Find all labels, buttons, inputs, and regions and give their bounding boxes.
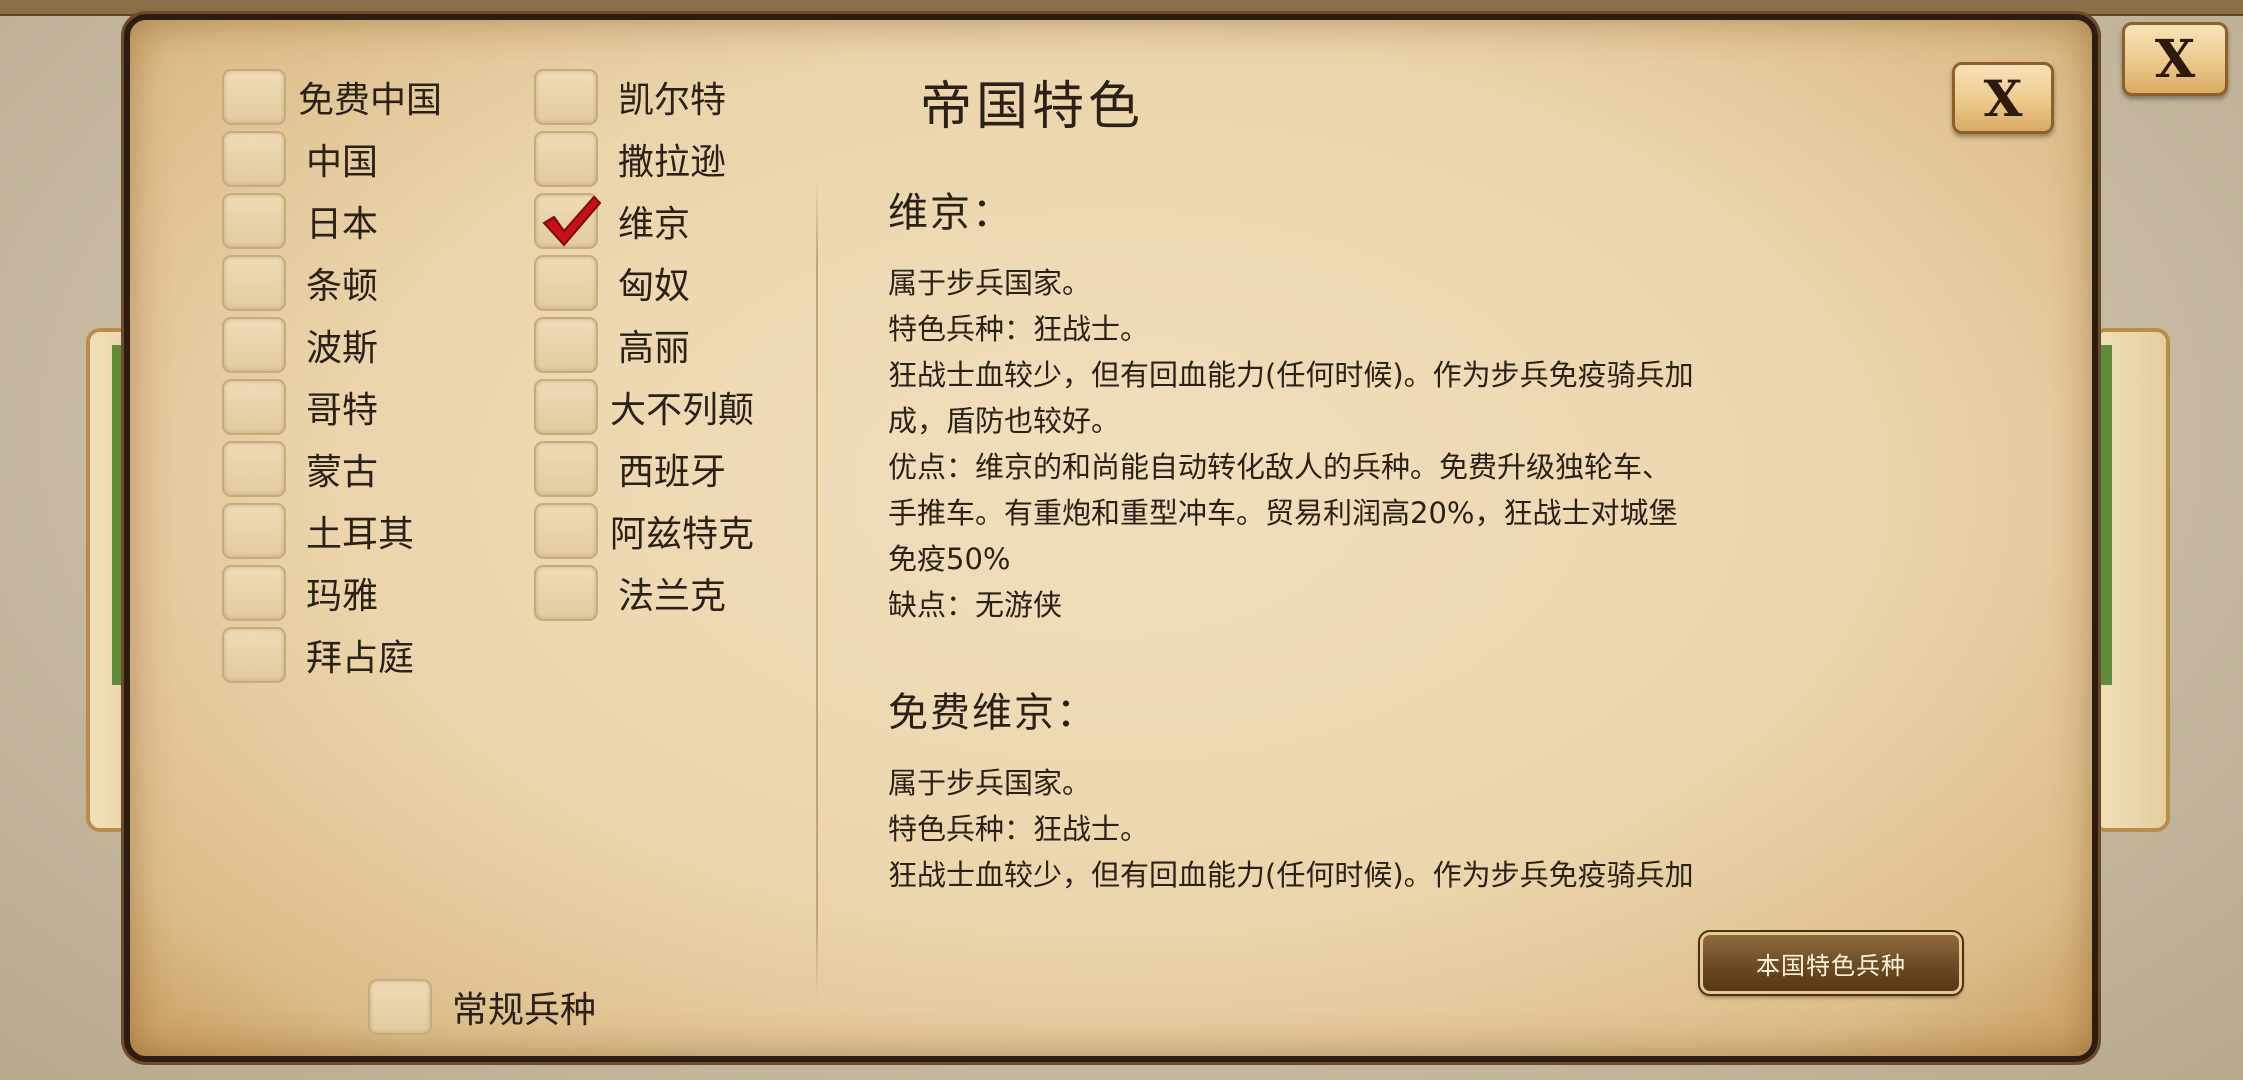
civilization-option[interactable]: 西班牙: [534, 438, 726, 500]
civilization-option[interactable]: 法兰克: [534, 562, 726, 624]
civilization-checkbox[interactable]: [222, 317, 286, 373]
dialog-title: 帝国特色: [920, 77, 1145, 137]
civilization-label: 中国: [306, 142, 379, 183]
outer-close-button[interactable]: X: [2122, 22, 2228, 96]
civilization-option[interactable]: 拜占庭: [222, 624, 414, 686]
civilization-option[interactable]: 高丽: [534, 314, 690, 376]
civilization-checkbox[interactable]: [534, 69, 598, 125]
civilization-checkbox[interactable]: [222, 627, 286, 683]
regular-units-label: 常规兵种: [452, 990, 597, 1031]
civilization-option[interactable]: 中国: [222, 128, 378, 190]
civilization-label: 凯尔特: [618, 80, 727, 121]
civilization-option[interactable]: 土耳其: [222, 500, 414, 562]
civilization-checkbox[interactable]: [534, 441, 598, 497]
info-line: 缺点：无游侠: [888, 588, 1063, 622]
info-body-viking: 属于步兵国家。 特色兵种：狂战士。 狂战士血较少，但有回血能力(任何时候)。作为…: [888, 260, 1998, 628]
civilization-checkbox[interactable]: [534, 317, 598, 373]
info-line: 成，盾防也较好。: [888, 404, 1121, 438]
civilization-option[interactable]: 免费中国: [222, 66, 442, 128]
civilization-checkbox[interactable]: [222, 69, 286, 125]
info-line: 免疫50%: [888, 542, 1011, 576]
civilization-label: 高丽: [618, 328, 691, 369]
civilization-option[interactable]: 大不列颠: [534, 376, 754, 438]
civilization-label: 哥特: [306, 390, 379, 431]
civilization-info-panel: 维京： 属于步兵国家。 特色兵种：狂战士。 狂战士血较少，但有回血能力(任何时候…: [888, 180, 1998, 910]
info-line: 属于步兵国家。: [888, 266, 1092, 300]
civilization-checkbox-checked[interactable]: [534, 193, 602, 249]
empire-traits-dialog: 帝国特色 X 免费中国中国日本条顿波斯哥特蒙古土耳其玛雅拜占庭 凯尔特撒拉逊维京…: [124, 14, 2098, 1062]
dialog-close-button[interactable]: X: [1952, 62, 2054, 134]
civilization-checkbox[interactable]: [534, 131, 598, 187]
civilization-checkbox[interactable]: [222, 193, 286, 249]
civilization-option[interactable]: 波斯: [222, 314, 378, 376]
civilization-checkbox[interactable]: [534, 379, 598, 435]
civilization-option[interactable]: 匈奴: [534, 252, 690, 314]
civilization-checkbox[interactable]: [534, 255, 598, 311]
civilization-option[interactable]: 阿兹特克: [534, 500, 754, 562]
civilization-option[interactable]: 条顿: [222, 252, 378, 314]
civilization-checkbox[interactable]: [222, 565, 286, 621]
civilization-checkbox[interactable]: [534, 565, 598, 621]
info-line: 狂战士血较少，但有回血能力(任何时候)。作为步兵免疫骑兵加: [888, 858, 1694, 892]
civilization-label: 条顿: [306, 266, 379, 307]
civilization-option[interactable]: 凯尔特: [534, 66, 726, 128]
info-line: 优点：维京的和尚能自动转化敌人的兵种。免费升级独轮车、: [888, 450, 1672, 484]
civilization-label: 阿兹特克: [610, 514, 755, 555]
civilization-checkbox[interactable]: [534, 503, 598, 559]
civilization-label: 土耳其: [306, 514, 415, 555]
info-line: 属于步兵国家。: [888, 766, 1092, 800]
civilization-label: 西班牙: [618, 452, 727, 493]
civilization-label: 法兰克: [618, 576, 727, 617]
civilization-label: 撒拉逊: [618, 142, 727, 183]
civilization-checkbox[interactable]: [222, 379, 286, 435]
civilization-option[interactable]: 撒拉逊: [534, 128, 726, 190]
civilization-option[interactable]: 日本: [222, 190, 378, 252]
civilization-label: 大不列颠: [610, 390, 755, 431]
info-line: 狂战士血较少，但有回血能力(任何时候)。作为步兵免疫骑兵加: [888, 358, 1694, 392]
civilization-checkbox[interactable]: [222, 131, 286, 187]
civilization-label: 维京: [618, 204, 691, 245]
civilization-checkbox[interactable]: [222, 441, 286, 497]
civilization-option[interactable]: 维京: [534, 190, 690, 252]
civilization-label: 玛雅: [306, 576, 379, 617]
civilization-label: 免费中国: [298, 80, 443, 121]
checkmark-icon: [542, 195, 602, 247]
civilization-checkbox[interactable]: [222, 255, 286, 311]
info-line: 特色兵种：狂战士。: [888, 812, 1150, 846]
regular-units-option[interactable]: 常规兵种: [368, 976, 596, 1038]
info-body-free-viking: 属于步兵国家。 特色兵种：狂战士。 狂战士血较少，但有回血能力(任何时候)。作为…: [888, 760, 1998, 898]
info-heading-viking: 维京：: [888, 190, 1014, 236]
civilization-label: 匈奴: [618, 266, 691, 307]
column-divider: [816, 180, 818, 1000]
info-line: 手推车。有重炮和重型冲车。贸易利润高20%，狂战士对城堡: [888, 496, 1678, 530]
regular-units-checkbox[interactable]: [368, 979, 432, 1035]
civilization-label: 拜占庭: [306, 638, 415, 679]
civilization-option[interactable]: 蒙古: [222, 438, 378, 500]
info-line: 特色兵种：狂战士。: [888, 312, 1150, 346]
civilization-option[interactable]: 玛雅: [222, 562, 378, 624]
civilization-option[interactable]: 哥特: [222, 376, 378, 438]
civilization-checkbox[interactable]: [222, 503, 286, 559]
info-heading-free-viking: 免费维京：: [888, 690, 1098, 736]
own-special-units-button[interactable]: 本国特色兵种: [1698, 930, 1964, 996]
civilization-label: 日本: [306, 204, 379, 245]
civilization-label: 波斯: [306, 328, 379, 369]
civilization-label: 蒙古: [306, 452, 379, 493]
